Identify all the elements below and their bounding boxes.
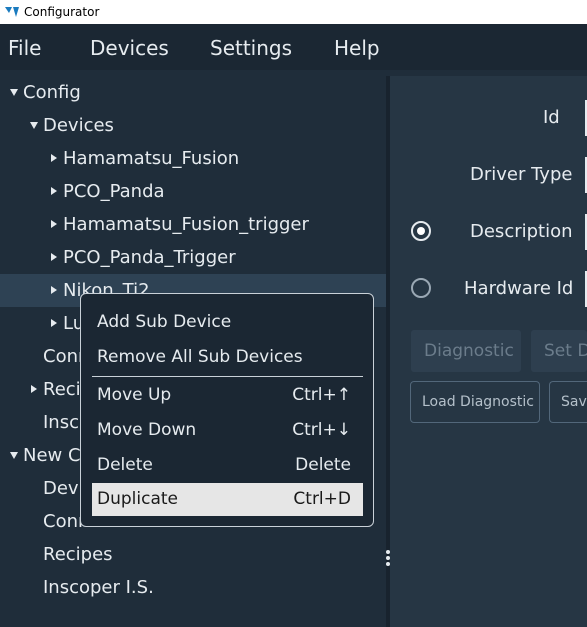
expand-right-icon[interactable] [51,319,57,327]
expand-right-icon[interactable] [31,385,37,393]
tree-item-device[interactable]: PCO_Panda_Trigger [0,241,386,274]
hardware-id-radio[interactable] [411,278,431,298]
set-button[interactable]: Set D [531,330,587,372]
tree-item-device[interactable]: Hamamatsu_Fusion [0,142,386,175]
tree-item-config[interactable]: Config [0,76,386,109]
id-label: Id [543,107,560,128]
menu-item-add-sub-device[interactable]: Add Sub Device [92,306,363,339]
menu-item-duplicate[interactable]: Duplicate Ctrl+D [92,483,363,516]
menu-item-shortcut: Delete [295,455,351,475]
tree-item-inscoper[interactable]: Inscoper I.S. [0,571,386,604]
menu-item-label: Delete [97,455,153,475]
title-bar: Configurator [0,0,587,24]
tree-label: Config [23,82,81,103]
load-diagnostic-button[interactable]: Load Diagnostic [410,381,540,423]
expand-right-icon[interactable] [51,154,57,162]
tree-item-devices[interactable]: Devices [0,109,386,142]
tree-label: Inscoper I.S. [43,577,154,598]
tree-label: Recipes [43,544,113,565]
menu-item-delete[interactable]: Delete Delete [92,449,363,482]
tree-label: Devices [43,115,114,136]
tree-label: Devi [43,478,84,499]
menu-item-move-up[interactable]: Move Up Ctrl+↑ [92,379,363,412]
save-button[interactable]: Save [549,381,587,423]
tree-item-device[interactable]: PCO_Panda [0,175,386,208]
description-label: Description [470,221,573,242]
expand-right-icon[interactable] [51,220,57,228]
tree-label: Hamamatsu_Fusion [63,148,240,169]
configurator-logo-icon [5,7,19,17]
expand-down-icon[interactable] [10,89,18,96]
expand-down-icon[interactable] [10,452,18,459]
menu-item-remove-all-sub-devices[interactable]: Remove All Sub Devices [92,341,363,374]
menu-separator [92,376,363,377]
tree-label: PCO_Panda_Trigger [63,247,236,268]
driver-type-label: Driver Type [470,164,573,185]
description-radio[interactable] [411,221,431,241]
menu-item-label: Remove All Sub Devices [97,347,303,367]
window-title: Configurator [24,5,100,19]
menu-item-label: Duplicate [97,489,178,509]
menu-item-label: Move Up [97,385,172,405]
expand-right-icon[interactable] [51,187,57,195]
hardware-id-label: Hardware Id [464,278,574,299]
menu-help[interactable]: Help [334,36,380,60]
expand-right-icon[interactable] [51,253,57,261]
tree-label: Hamamatsu_Fusion_trigger [63,214,309,235]
tree-label: PCO_Panda [63,181,165,202]
menu-item-shortcut: Ctrl+D [293,489,351,509]
menu-item-shortcut: Ctrl+↓ [292,420,351,440]
context-menu: Add Sub Device Remove All Sub Devices Mo… [80,293,374,527]
menu-item-move-down[interactable]: Move Down Ctrl+↓ [92,414,363,447]
tree-item-recipes[interactable]: Recipes [0,538,386,571]
expand-right-icon[interactable] [51,286,57,294]
menu-bar: File Devices Settings Help [0,24,587,70]
tree-item-device[interactable]: Hamamatsu_Fusion_trigger [0,208,386,241]
menu-item-label: Move Down [97,420,197,440]
menu-settings[interactable]: Settings [210,36,292,60]
diagnostic-button[interactable]: Diagnostic [411,330,521,372]
menu-item-label: Add Sub Device [97,312,232,332]
expand-down-icon[interactable] [30,122,38,129]
menu-file[interactable]: File [8,36,41,60]
menu-item-shortcut: Ctrl+↑ [292,385,351,405]
menu-devices[interactable]: Devices [90,36,169,60]
